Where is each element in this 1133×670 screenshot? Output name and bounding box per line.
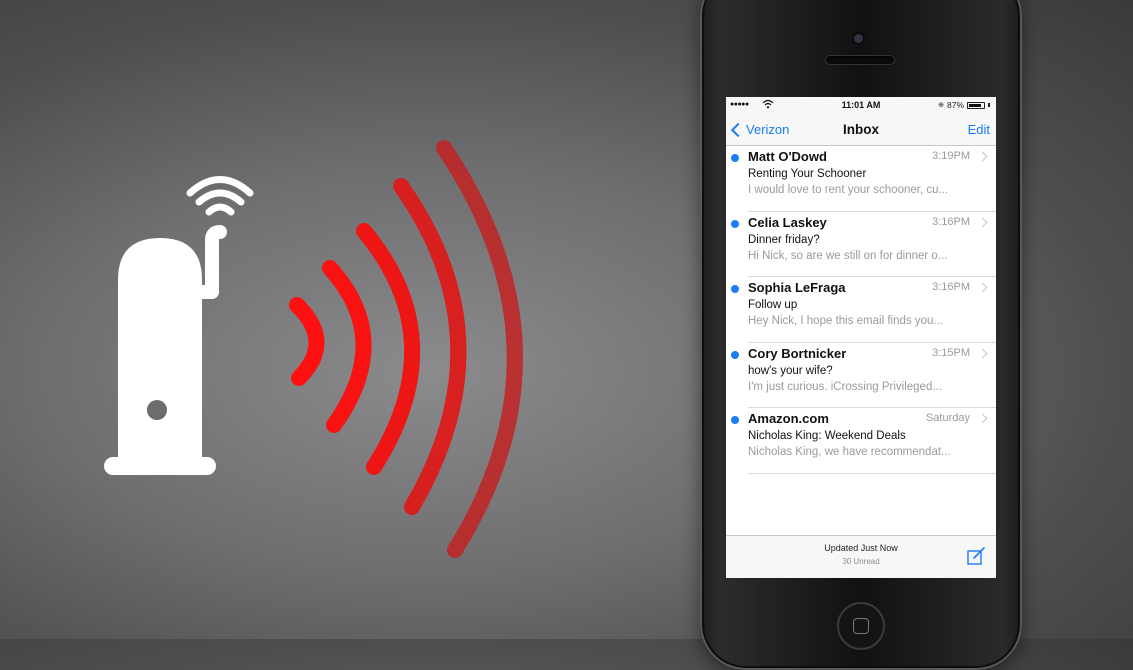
edit-button[interactable]: Edit <box>968 122 990 137</box>
unread-dot <box>731 219 739 228</box>
message-sender: Sophia LeFraga <box>748 280 846 296</box>
compose-icon[interactable] <box>966 546 986 566</box>
message-time: Saturday <box>925 412 970 425</box>
unread-dot <box>731 154 739 162</box>
message-row[interactable]: Sophia LeFraga 3:16PM Follow up Hey Nick… <box>731 277 996 343</box>
message-subject: Renting Your Schooner <box>748 168 867 180</box>
message-list: Matt O'Dowd 3:19PM Renting Your Schooner… <box>726 146 996 474</box>
message-row[interactable]: Matt O'Dowd 3:19PM Renting Your Schooner… <box>731 146 996 212</box>
status-bar: ●●●●● 11:01 AM ⊕ 87% <box>726 97 996 115</box>
wifi-signal-icon <box>186 176 254 216</box>
chevron-right-icon <box>977 413 988 424</box>
message-subject: Dinner friday? <box>748 233 820 246</box>
message-row[interactable]: Celia Laskey 3:16PM Dinner friday? Hi Ni… <box>731 212 996 278</box>
iphone: ●●●●● 11:01 AM ⊕ 87% Verizon Inbox Edit <box>700 0 1022 670</box>
battery-indicator: ⊕ 87% <box>938 100 990 110</box>
message-sender: Cory Bortnicker <box>748 345 847 361</box>
message-time: 3:16PM <box>932 215 970 228</box>
message-sender: Matt O'Dowd <box>748 149 827 164</box>
message-subject: Nicholas King: Weekend Deals <box>748 430 906 443</box>
battery-icon <box>967 101 985 109</box>
message-row[interactable]: Amazon.com Saturday Nicholas King: Weeke… <box>731 408 996 474</box>
mail-screen: ●●●●● 11:01 AM ⊕ 87% Verizon Inbox Edit <box>726 97 996 578</box>
message-preview: Hey Nick, I hope this email finds you... <box>748 315 943 328</box>
message-preview: Hi Nick, so are we still on for dinner o… <box>748 249 948 262</box>
unread-count: 30 Unread <box>842 557 880 566</box>
home-button[interactable] <box>837 602 885 650</box>
chevron-right-icon <box>977 282 988 293</box>
alarm-icon: ⊕ <box>938 102 944 109</box>
message-time: 3:16PM <box>932 281 970 294</box>
message-preview: I would love to rent your schooner, cu..… <box>748 184 949 196</box>
page-title: Inbox <box>843 122 879 137</box>
message-subject: how's your wife? <box>748 364 833 377</box>
message-sender: Amazon.com <box>748 411 829 427</box>
signal-wave-1 <box>289 297 325 386</box>
chevron-right-icon <box>977 151 988 162</box>
chevron-right-icon <box>977 217 988 228</box>
navigation-bar: Verizon Inbox Edit <box>726 115 996 146</box>
message-time: 3:15PM <box>932 346 970 359</box>
earpiece-speaker <box>826 56 894 64</box>
message-preview: Nicholas King, we have recommendat... <box>748 446 951 459</box>
router-icon <box>104 225 227 475</box>
unread-dot <box>731 350 739 359</box>
unread-dot <box>731 416 739 425</box>
front-camera <box>854 34 863 43</box>
battery-percent: 87% <box>946 100 964 110</box>
message-row[interactable]: Cory Bortnicker 3:15PM how's your wife? … <box>731 343 996 409</box>
bottom-toolbar: Updated Just Now 30 Unread <box>726 535 996 578</box>
unread-dot <box>731 285 739 294</box>
message-subject: Follow up <box>748 299 798 312</box>
message-preview: I'm just curious. iCrossing Privileged..… <box>748 380 942 393</box>
chevron-right-icon <box>977 348 988 359</box>
signal-wave-2 <box>322 260 372 433</box>
message-time: 3:19PM <box>932 150 970 162</box>
red-signal-waves <box>289 140 523 558</box>
updated-status: Updated Just Now <box>824 543 898 553</box>
message-sender: Celia Laskey <box>748 214 827 230</box>
